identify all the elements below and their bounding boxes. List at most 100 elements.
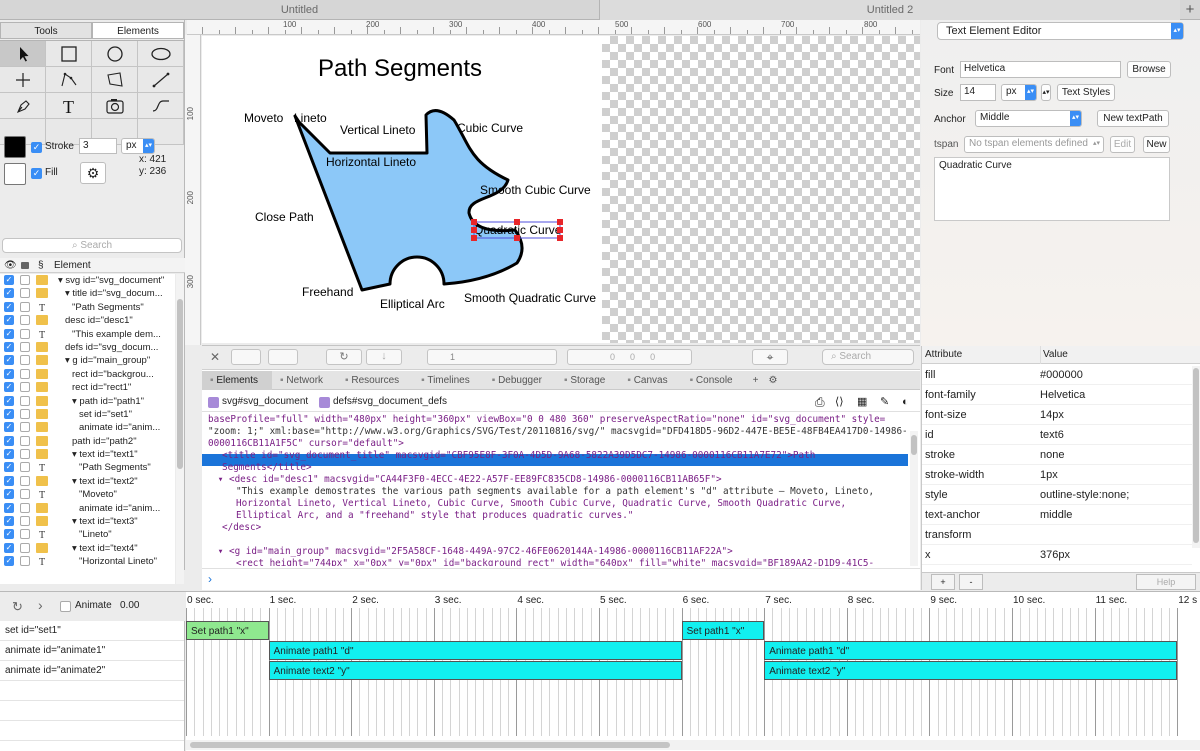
animate-checkbox[interactable] bbox=[60, 601, 71, 612]
print-icon[interactable]: ⎙ bbox=[815, 392, 825, 412]
font-input[interactable]: Helvetica bbox=[960, 61, 1121, 78]
stroke-width-input[interactable]: 3 bbox=[79, 138, 117, 154]
new-tab-button[interactable]: + bbox=[1180, 0, 1200, 20]
timeline-grid[interactable]: 0 sec. 1 sec. 2 sec. 3 sec. 4 sec. 5 sec. 6 se… bbox=[186, 592, 1200, 751]
size-stepper[interactable]: ▴▾ bbox=[1041, 84, 1051, 101]
tree-row[interactable]: ✓ ▾ text id="text4" bbox=[0, 542, 175, 555]
breadcrumb-item-svg[interactable]: svg#svg_document bbox=[222, 392, 308, 412]
tree-row[interactable]: ✓ T "Lineto" bbox=[0, 528, 175, 541]
tspan-new-button[interactable]: New bbox=[1143, 136, 1170, 153]
tab-elements[interactable]: Elements bbox=[92, 22, 184, 39]
tree-row[interactable]: ✓ ▾ svg id="svg_document" bbox=[0, 274, 175, 287]
dom-line[interactable]: </desc> bbox=[222, 522, 261, 534]
lock-checkbox[interactable] bbox=[20, 502, 30, 513]
visibility-eye-icon[interactable]: 👁 bbox=[4, 258, 17, 273]
contrast-icon[interactable]: ◐ bbox=[902, 392, 909, 412]
tab-canvas[interactable]: ▪ Canvas bbox=[619, 371, 681, 390]
attribute-value[interactable]: text6 bbox=[1040, 425, 1064, 445]
visibility-checkbox[interactable]: ✓ bbox=[4, 529, 14, 540]
timeline-row-label[interactable]: animate id="animate1" bbox=[0, 641, 184, 661]
arrow-tool[interactable] bbox=[0, 41, 46, 67]
fill-checkbox[interactable]: ✓ bbox=[31, 168, 42, 179]
lock-checkbox[interactable] bbox=[20, 542, 30, 553]
attribute-value[interactable]: 376px bbox=[1040, 545, 1070, 565]
attribute-row[interactable]: x 376px bbox=[922, 545, 1192, 565]
tree-row[interactable]: ✓ ▾ title id="svg_docum... bbox=[0, 287, 175, 300]
remove-attribute-button[interactable]: - bbox=[959, 574, 983, 590]
tab-resources[interactable]: ▪ Resources bbox=[337, 371, 413, 390]
lock-checkbox[interactable] bbox=[20, 315, 30, 326]
stroke-checkbox[interactable]: ✓ bbox=[31, 142, 42, 153]
grid-icon[interactable]: ▦ bbox=[857, 392, 867, 412]
window-tab-untitled-2[interactable]: Untitled 2 bbox=[600, 0, 1180, 20]
tree-row[interactable]: ✓ rect id="backgrou... bbox=[0, 368, 175, 381]
label-horizontal-lineto[interactable]: Horizontal Lineto bbox=[326, 155, 416, 169]
fill-color-swatch[interactable] bbox=[4, 163, 26, 185]
tree-row[interactable]: ✓ desc id="desc1" bbox=[0, 314, 175, 327]
timeline-bar[interactable]: Animate text2 "y" bbox=[764, 661, 1178, 680]
tree-row[interactable]: ✓ animate id="anim... bbox=[0, 421, 175, 434]
label-moveto[interactable]: Moveto bbox=[244, 111, 284, 125]
attribute-value[interactable]: none bbox=[1040, 445, 1064, 465]
label-smooth-quadratic-curve[interactable]: Smooth Quadratic Curve bbox=[464, 291, 596, 305]
dom-line[interactable]: ▾ <g id="main_group" macsvgid="2F5A58CF-… bbox=[218, 546, 733, 558]
tab-console[interactable]: ▪ Console bbox=[682, 371, 747, 390]
label-smooth-cubic-curve[interactable]: Smooth Cubic Curve bbox=[480, 183, 591, 197]
path-tool[interactable] bbox=[138, 93, 184, 119]
attribute-row[interactable]: transform bbox=[922, 525, 1192, 545]
timeline-scrollbar-thumb[interactable] bbox=[190, 742, 670, 748]
breadcrumb-item-defs[interactable]: defs#svg_document_defs bbox=[333, 392, 447, 412]
lock-checkbox[interactable] bbox=[20, 382, 30, 393]
layout-toggle-icon[interactable]: ⟨⟩ bbox=[835, 392, 844, 412]
lock-checkbox[interactable] bbox=[20, 408, 30, 419]
inspector-search[interactable]: ⌕ Search bbox=[822, 349, 914, 365]
dom-line[interactable]: <rect height="744px" x="0px" y="0px" id=… bbox=[236, 558, 874, 566]
visibility-checkbox[interactable]: ✓ bbox=[4, 275, 14, 285]
tree-row[interactable]: ✓ T "Horizontal Lineto" bbox=[0, 555, 175, 568]
label-close-path[interactable]: Close Path bbox=[255, 210, 314, 224]
attribute-value[interactable]: #000000 bbox=[1040, 365, 1083, 385]
tree-row[interactable]: ✓ T "This example dem... bbox=[0, 328, 175, 341]
tree-row[interactable]: ✓ set id="set1" bbox=[0, 408, 175, 421]
add-tab-button[interactable]: + bbox=[747, 371, 765, 390]
visibility-checkbox[interactable]: ✓ bbox=[4, 328, 14, 339]
tree-row[interactable]: ✓ rect id="rect1" bbox=[0, 381, 175, 394]
visibility-checkbox[interactable]: ✓ bbox=[4, 341, 14, 352]
label-cubic-curve[interactable]: Cubic Curve bbox=[457, 121, 523, 135]
attribute-value[interactable]: outline-style:none; bbox=[1040, 485, 1129, 505]
help-button[interactable]: Help bbox=[1136, 574, 1196, 590]
download-icon[interactable]: ↓ bbox=[366, 349, 402, 365]
window-tab-untitled[interactable]: Untitled bbox=[0, 0, 600, 20]
new-textpath-button[interactable]: New textPath bbox=[1097, 110, 1169, 127]
close-icon[interactable]: ✕ bbox=[210, 350, 220, 364]
pen-tool[interactable] bbox=[0, 93, 46, 119]
visibility-checkbox[interactable]: ✓ bbox=[4, 408, 14, 419]
tree-row[interactable]: ✓ path id="path2" bbox=[0, 435, 175, 448]
dock-side-button[interactable] bbox=[268, 349, 298, 365]
timeline-bar[interactable]: Animate path1 "d" bbox=[268, 641, 682, 660]
lock-checkbox[interactable] bbox=[20, 462, 30, 473]
rect-tool[interactable] bbox=[46, 41, 92, 67]
visibility-checkbox[interactable]: ✓ bbox=[4, 489, 14, 500]
attribute-row[interactable]: stroke none bbox=[922, 445, 1192, 465]
circle-tool[interactable] bbox=[92, 41, 138, 67]
tree-row[interactable]: ✓ T "Moveto" bbox=[0, 488, 175, 501]
anchor-select[interactable]: Middle ▴▾ bbox=[975, 110, 1082, 127]
gear-icon[interactable]: ⚙ bbox=[764, 371, 781, 390]
tab-storage[interactable]: ▪ Storage bbox=[556, 371, 619, 390]
attributes-scrollbar[interactable] bbox=[1192, 366, 1200, 548]
image-tool[interactable] bbox=[92, 93, 138, 119]
lock-checkbox[interactable] bbox=[20, 556, 30, 567]
page-count-badge[interactable]: 1 bbox=[427, 349, 557, 365]
dom-line[interactable]: Elliptical Arc, and a "freehand" style t… bbox=[236, 510, 633, 522]
font-size-unit-select[interactable]: px ▴▾ bbox=[1001, 84, 1037, 101]
visibility-checkbox[interactable]: ✓ bbox=[4, 301, 14, 312]
visibility-checkbox[interactable]: ✓ bbox=[4, 368, 14, 379]
lock-checkbox[interactable] bbox=[20, 301, 30, 312]
polyline-tool[interactable] bbox=[46, 67, 92, 93]
tab-timelines[interactable]: ▪ Timelines bbox=[413, 371, 484, 390]
tab-tools[interactable]: Tools bbox=[0, 22, 92, 39]
label-elliptical-arc[interactable]: Elliptical Arc bbox=[380, 297, 445, 311]
text-content-area[interactable]: Quadratic Curve bbox=[934, 157, 1170, 221]
dock-undock-button[interactable] bbox=[231, 349, 261, 365]
